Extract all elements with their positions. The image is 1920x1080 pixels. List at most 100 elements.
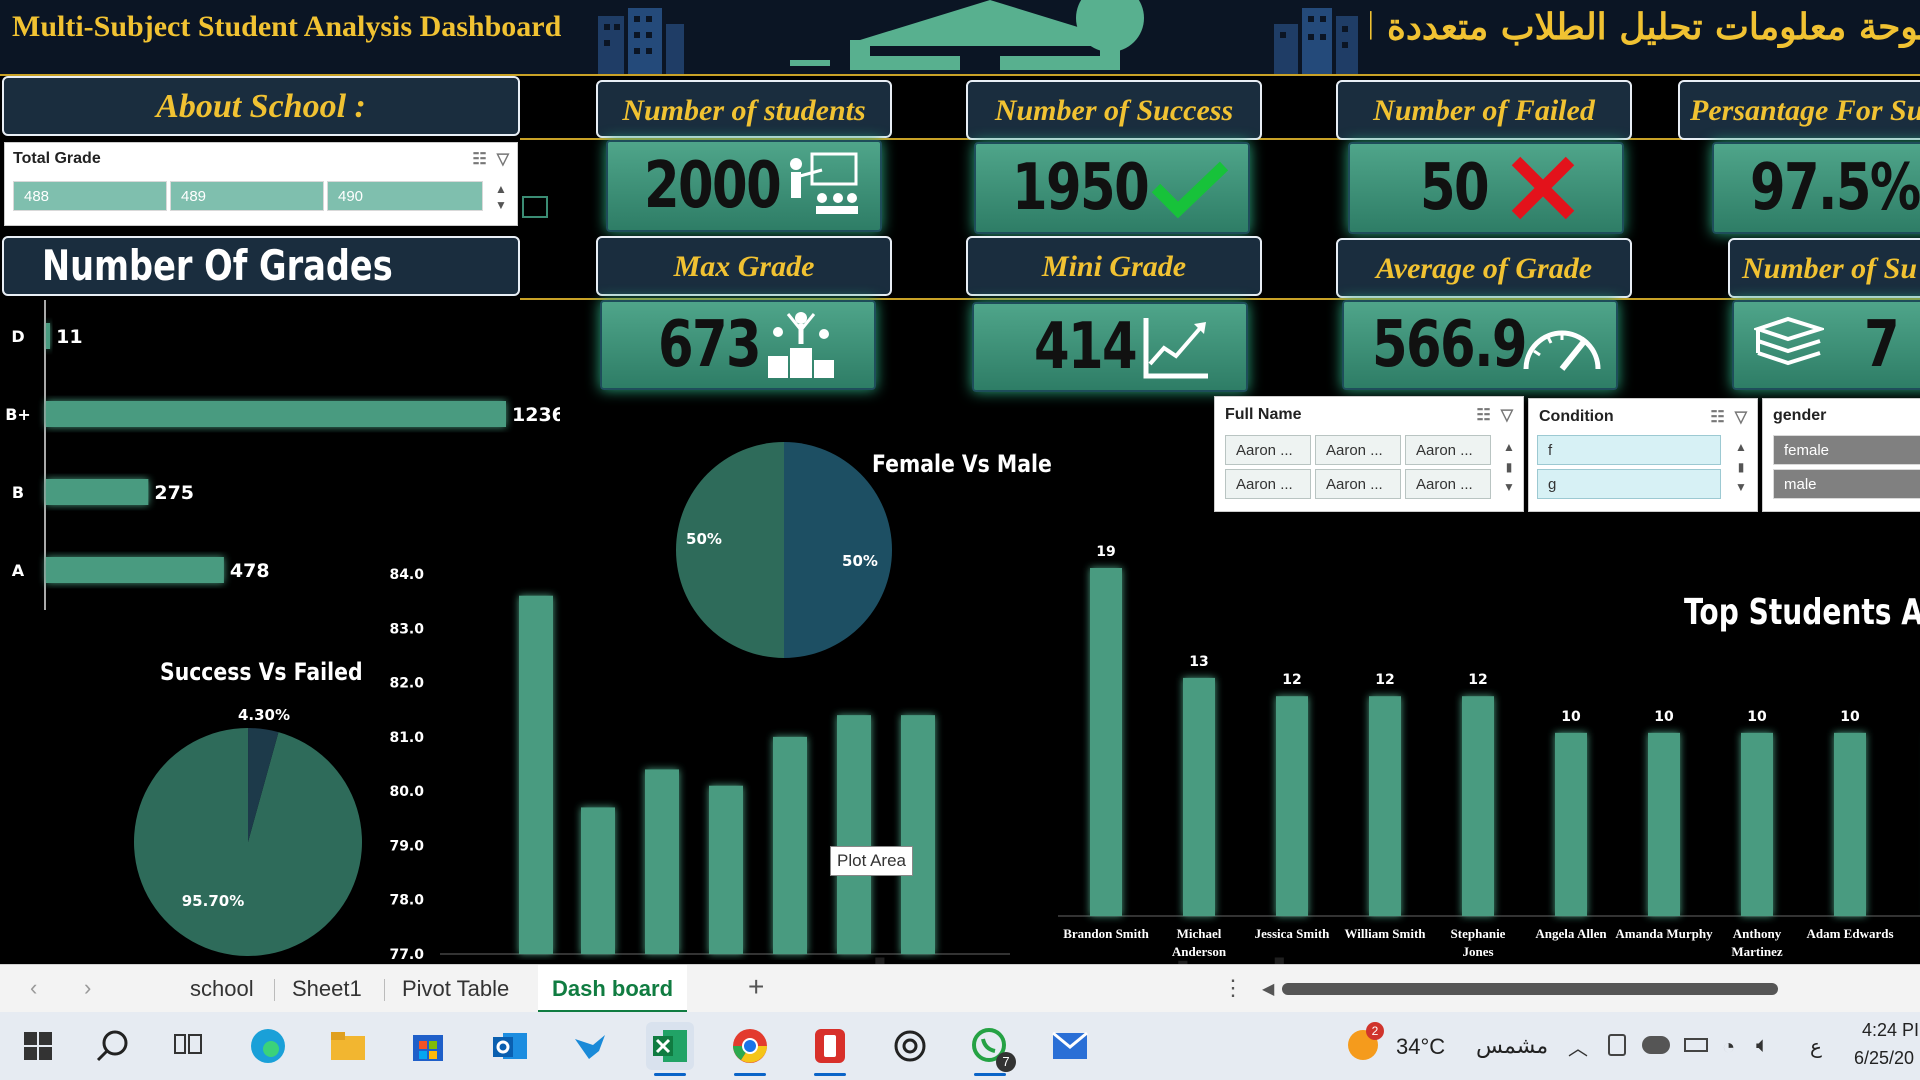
slicer-item[interactable]: Aaron ...	[1315, 469, 1401, 499]
slicer-item[interactable]: 488	[13, 181, 167, 211]
slicer-item[interactable]: Aaron ...	[1405, 435, 1491, 465]
onedrive-icon[interactable]	[1642, 1036, 1670, 1054]
chatgpt-icon[interactable]	[886, 1022, 934, 1070]
windows-start-icon[interactable]	[14, 1022, 62, 1070]
add-sheet-button[interactable]: +	[748, 971, 764, 1003]
search-icon[interactable]	[88, 1022, 136, 1070]
bird-app-icon[interactable]	[566, 1022, 614, 1070]
sheet-tab-bar: ‹ › school Sheet1 Pivot Table Dash board…	[0, 964, 1920, 1013]
multi-select-icon[interactable]: ☷	[1710, 407, 1724, 427]
slicer-item[interactable]: g	[1537, 469, 1721, 499]
whatsapp-badge: 7	[996, 1052, 1016, 1072]
books-icon	[1754, 316, 1824, 366]
absence-bar	[1648, 732, 1680, 916]
kpi-percentage-card: 97.5%	[1712, 142, 1920, 234]
kpi-min-card: 414	[972, 302, 1248, 392]
kpi-success-value: 1950	[1012, 151, 1150, 225]
chevron-up-icon[interactable]: ︿	[1568, 1032, 1588, 1061]
clear-filter-icon[interactable]: ▽	[497, 149, 509, 169]
scroll-left-arrow[interactable]: ◀	[1262, 979, 1274, 999]
slicer-item[interactable]: 489	[170, 181, 324, 211]
teacher-icon	[790, 152, 858, 214]
pie-slice-label: 4.30%	[238, 706, 290, 724]
slicer-scroll[interactable]: ▲ ▮ ▼	[1501, 437, 1517, 497]
whatsapp-icon[interactable]: 7	[966, 1022, 1016, 1076]
total-grade-slicer[interactable]: Total Grade ☷ ▽ 488 489 490 ▲ ▼	[4, 142, 518, 226]
kpi-success-card: 1950	[974, 142, 1250, 234]
volume-icon[interactable]: 🔈︎	[1756, 1032, 1769, 1058]
edge-browser-icon[interactable]	[244, 1022, 292, 1070]
wifi-icon[interactable]: ◔	[1722, 1034, 1735, 1060]
absence-bar	[1090, 568, 1122, 916]
condition-slicer[interactable]: Condition ☷ ▽ f g ▲ ▮ ▼	[1528, 398, 1758, 512]
slicer-item[interactable]: male	[1773, 469, 1920, 499]
grade-bar	[46, 557, 224, 583]
file-explorer-icon[interactable]	[324, 1022, 372, 1070]
battery-icon[interactable]	[1684, 1038, 1708, 1052]
tab-pivot-table[interactable]: Pivot Table	[388, 965, 523, 1013]
grade-bar	[46, 323, 51, 349]
y-axis-tick: 82.0	[389, 676, 424, 692]
task-view-icon[interactable]	[164, 1022, 212, 1070]
cross-icon	[1511, 156, 1575, 220]
grade-bar-label: 1236	[512, 404, 560, 426]
slicer-title: Full Name	[1225, 406, 1302, 423]
input-language[interactable]: ع	[1810, 1034, 1822, 1058]
grade-bar	[46, 401, 506, 427]
absence-bar-label: 12	[1375, 672, 1394, 688]
active-indicator	[814, 1073, 846, 1076]
next-sheet-arrow[interactable]: ›	[84, 975, 91, 1001]
tab-dash-board[interactable]: Dash board	[538, 965, 688, 1013]
dashboard-header: Multi-Subject Student Analysis Dashboard…	[0, 0, 1920, 76]
gauge-icon	[1523, 330, 1601, 371]
school-building-icon	[790, 0, 1144, 70]
slicer-item[interactable]: Aaron ...	[1225, 435, 1311, 465]
absence-bar	[1183, 677, 1215, 916]
grade-bar-label: 11	[56, 326, 82, 348]
gender-slicer[interactable]: gender female male	[1762, 398, 1920, 512]
average-bar	[581, 807, 615, 954]
mail-app-icon[interactable]	[1046, 1022, 1094, 1070]
slicer-item[interactable]: female	[1773, 435, 1920, 465]
plot-area-tooltip: Plot Area	[830, 846, 913, 876]
slicer-item[interactable]: 490	[327, 181, 483, 211]
prev-sheet-arrow[interactable]: ‹	[30, 975, 37, 1001]
more-options-icon[interactable]: ⋮	[1222, 975, 1244, 1001]
slicer-scroll[interactable]: ▲ ▮ ▼	[1733, 437, 1749, 497]
slicer-scroll[interactable]: ▲ ▼	[491, 181, 511, 213]
tab-school[interactable]: school	[176, 965, 268, 1013]
absence-bar	[1741, 732, 1773, 916]
selection-handle[interactable]	[522, 196, 548, 218]
tab-sheet1[interactable]: Sheet1	[278, 965, 376, 1013]
absence-bar	[1462, 696, 1494, 916]
absence-category-label: Michael	[1177, 926, 1222, 941]
absence-bar-label: 10	[1747, 709, 1767, 725]
absence-bar	[1834, 732, 1866, 916]
slicer-item[interactable]: Aaron ...	[1225, 469, 1311, 499]
phone-app-icon[interactable]	[806, 1022, 854, 1076]
full-name-slicer[interactable]: Full Name ☷ ▽ Aaron ... Aaron ... Aaron .…	[1214, 396, 1524, 512]
about-school-title: About School :	[2, 76, 520, 136]
clear-filter-icon[interactable]: ▽	[1735, 407, 1747, 427]
multi-select-icon[interactable]: ☷	[472, 149, 486, 169]
multi-select-icon[interactable]: ☷	[1476, 405, 1490, 425]
clear-filter-icon[interactable]: ▽	[1501, 405, 1513, 425]
slicer-item[interactable]: Aaron ...	[1315, 435, 1401, 465]
store-icon[interactable]	[404, 1022, 452, 1070]
kpi-average-title: Average of Grade	[1336, 238, 1632, 298]
outlook-icon[interactable]	[486, 1022, 534, 1070]
number-of-grades-title: Number Of Grades	[2, 236, 520, 296]
absence-bar-chart: 19 Brandon Smith 13 Michael Anderson 12 Jessic…	[1056, 530, 1920, 964]
chrome-icon[interactable]	[726, 1022, 774, 1076]
slicer-item[interactable]: Aaron ...	[1405, 469, 1491, 499]
horizontal-scrollbar[interactable]	[1282, 983, 1778, 995]
slicer-item[interactable]: f	[1537, 435, 1721, 465]
kpi-success-title: Number of Success	[966, 80, 1262, 140]
clock-time[interactable]: 4:24 PI	[1862, 1020, 1919, 1041]
clock-date[interactable]: 6/25/20	[1854, 1048, 1914, 1069]
temperature: 34°C	[1396, 1034, 1446, 1059]
meeting-icon[interactable]	[1608, 1034, 1626, 1056]
grade-category-label: B	[12, 483, 24, 502]
tab-separator	[384, 979, 385, 1001]
excel-icon[interactable]	[646, 1022, 694, 1076]
